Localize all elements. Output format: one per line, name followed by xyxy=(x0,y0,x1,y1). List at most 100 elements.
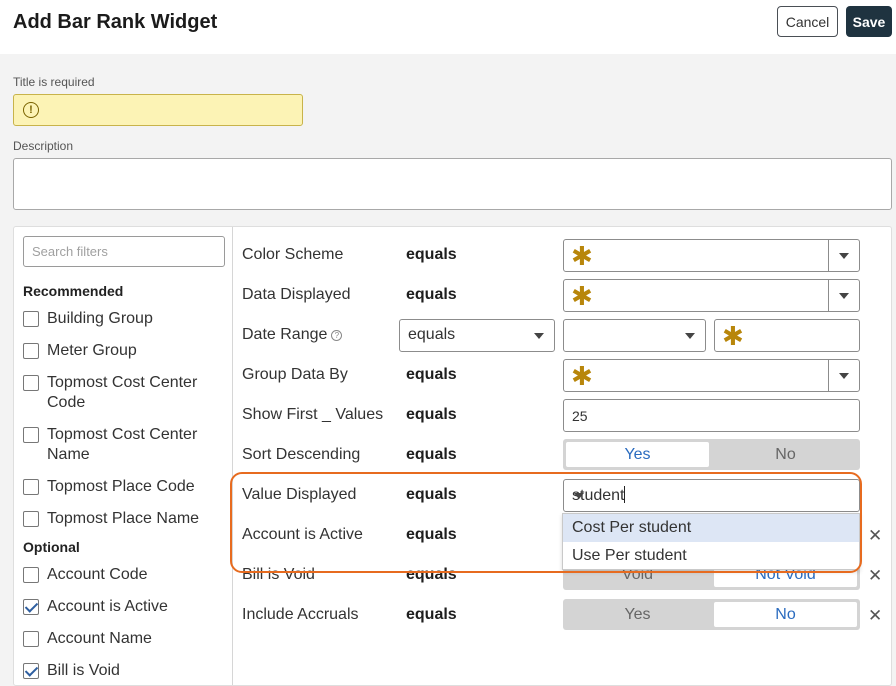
filter-account-name[interactable]: Account Name xyxy=(23,629,217,649)
checkbox[interactable] xyxy=(23,511,39,527)
description-input[interactable] xyxy=(13,158,892,210)
operator-text: equals xyxy=(406,286,457,303)
row-label-value-displayed: Value Displayed xyxy=(242,486,357,503)
row-label-sort-descending: Sort Descending xyxy=(242,446,361,463)
remove-filter-icon[interactable]: ✕ xyxy=(868,606,882,626)
include-accruals-toggle[interactable]: Yes No xyxy=(563,599,860,630)
checkbox[interactable] xyxy=(23,479,39,495)
row-label-account-is-active: Account is Active xyxy=(242,526,363,543)
date-range-operator-select[interactable]: equals xyxy=(399,319,555,352)
date-range-label: Date Range xyxy=(242,326,328,343)
checkbox[interactable] xyxy=(23,631,39,647)
filter-label: Topmost Place Name xyxy=(47,510,200,527)
filter-label: Bill is Void xyxy=(47,662,120,679)
chevron-down-icon xyxy=(685,333,695,339)
remove-filter-icon[interactable]: ✕ xyxy=(868,526,882,546)
operator-text: equals xyxy=(406,606,457,623)
date-range-select[interactable] xyxy=(563,319,706,352)
title-label: Title is required xyxy=(13,75,95,89)
filter-bill-is-void[interactable]: Bill is Void xyxy=(23,661,217,681)
filter-label: Account Name xyxy=(47,630,152,647)
text-cursor xyxy=(624,486,626,503)
toggle-yes[interactable]: Yes xyxy=(566,442,709,467)
header-bar: Add Bar Rank Widget Cancel Save xyxy=(0,0,896,54)
row-label-color-scheme: Color Scheme xyxy=(242,246,344,263)
optional-heading: Optional xyxy=(23,539,80,555)
dropdown-button[interactable] xyxy=(828,280,859,311)
help-icon[interactable]: ? xyxy=(331,330,343,341)
chevron-down-icon xyxy=(839,293,849,299)
value-displayed-combobox[interactable]: student xyxy=(563,479,860,512)
select-value: equals xyxy=(408,326,456,343)
required-star-icon: ✱ xyxy=(571,241,593,271)
operator-text: equals xyxy=(406,246,457,263)
color-scheme-select[interactable]: ✱ xyxy=(563,239,860,272)
toggle-no[interactable]: No xyxy=(714,602,857,627)
operator-text: equals xyxy=(406,366,457,383)
description-label: Description xyxy=(13,139,74,153)
value-displayed-dropdown: Cost Per student Use Per student xyxy=(562,513,860,570)
search-filters-input[interactable] xyxy=(23,236,225,267)
recommended-heading: Recommended xyxy=(23,283,124,299)
filters-list: Recommended Building Group Meter Group T… xyxy=(14,227,233,685)
chevron-down-icon xyxy=(534,333,544,339)
checkbox[interactable] xyxy=(23,427,39,443)
required-star-icon: ✱ xyxy=(571,281,593,311)
row-label-group-data-by: Group Data By xyxy=(242,366,348,383)
filter-account-code[interactable]: Account Code xyxy=(23,565,217,585)
filter-label: Topmost Place Code xyxy=(47,478,195,495)
checkbox[interactable] xyxy=(23,311,39,327)
filter-label: Account Code xyxy=(47,566,148,583)
warning-icon: ! xyxy=(23,102,39,118)
page-title: Add Bar Rank Widget xyxy=(13,11,218,33)
operator-text: equals xyxy=(406,566,457,583)
checkbox[interactable] xyxy=(23,375,39,391)
filters-panel: Recommended Building Group Meter Group T… xyxy=(13,226,892,686)
input-value: 25 xyxy=(572,408,588,424)
group-data-by-select[interactable]: ✱ xyxy=(563,359,860,392)
show-first-values-input[interactable]: 25 xyxy=(563,399,860,432)
operator-text: equals xyxy=(406,406,457,423)
filter-label: Topmost Cost Center Code xyxy=(47,374,198,411)
dropdown-option-use-per-student[interactable]: Use Per student xyxy=(563,542,859,570)
checkbox[interactable] xyxy=(23,567,39,583)
operator-text: equals xyxy=(406,446,457,463)
sort-descending-toggle[interactable]: Yes No xyxy=(563,439,860,470)
filter-topmost-cost-center-name[interactable]: Topmost Cost Center Name xyxy=(23,425,217,465)
chevron-down-icon xyxy=(574,493,584,499)
checkbox-checked[interactable] xyxy=(23,599,39,615)
operator-text: equals xyxy=(406,526,457,543)
filter-topmost-place-code[interactable]: Topmost Place Code xyxy=(23,477,217,497)
checkbox[interactable] xyxy=(23,343,39,359)
title-input[interactable]: ! xyxy=(13,94,303,126)
row-label-date-range: Date Range? xyxy=(242,326,343,344)
operator-text: equals xyxy=(406,486,457,503)
chevron-down-icon xyxy=(839,253,849,259)
filter-meter-group[interactable]: Meter Group xyxy=(23,341,217,361)
filter-building-group[interactable]: Building Group xyxy=(23,309,217,329)
dropdown-button[interactable] xyxy=(828,240,859,271)
filter-account-is-active[interactable]: Account is Active xyxy=(23,597,217,617)
save-button[interactable]: Save xyxy=(846,6,892,37)
filter-topmost-place-name[interactable]: Topmost Place Name xyxy=(23,509,217,529)
row-label-include-accruals: Include Accruals xyxy=(242,606,359,623)
dropdown-option-cost-per-student[interactable]: Cost Per student xyxy=(563,514,859,542)
cancel-button[interactable]: Cancel xyxy=(777,6,838,37)
filter-label: Meter Group xyxy=(47,342,137,359)
filter-label: Account is Active xyxy=(47,598,168,615)
checkbox-checked[interactable] xyxy=(23,663,39,679)
chevron-down-icon xyxy=(839,373,849,379)
row-label-data-displayed: Data Displayed xyxy=(242,286,351,303)
toggle-no[interactable]: No xyxy=(714,442,857,467)
filter-label: Topmost Cost Center Name xyxy=(47,426,198,463)
data-displayed-select[interactable]: ✱ xyxy=(563,279,860,312)
date-range-value-input[interactable]: ✱ xyxy=(714,319,860,352)
dropdown-button[interactable] xyxy=(828,360,859,391)
filter-topmost-cost-center-code[interactable]: Topmost Cost Center Code xyxy=(23,373,217,413)
toggle-yes[interactable]: Yes xyxy=(566,602,709,627)
row-label-bill-is-void: Bill is Void xyxy=(242,566,315,583)
remove-filter-icon[interactable]: ✕ xyxy=(868,566,882,586)
required-star-icon: ✱ xyxy=(722,321,744,351)
required-star-icon: ✱ xyxy=(571,361,593,391)
filter-label: Building Group xyxy=(47,310,153,327)
